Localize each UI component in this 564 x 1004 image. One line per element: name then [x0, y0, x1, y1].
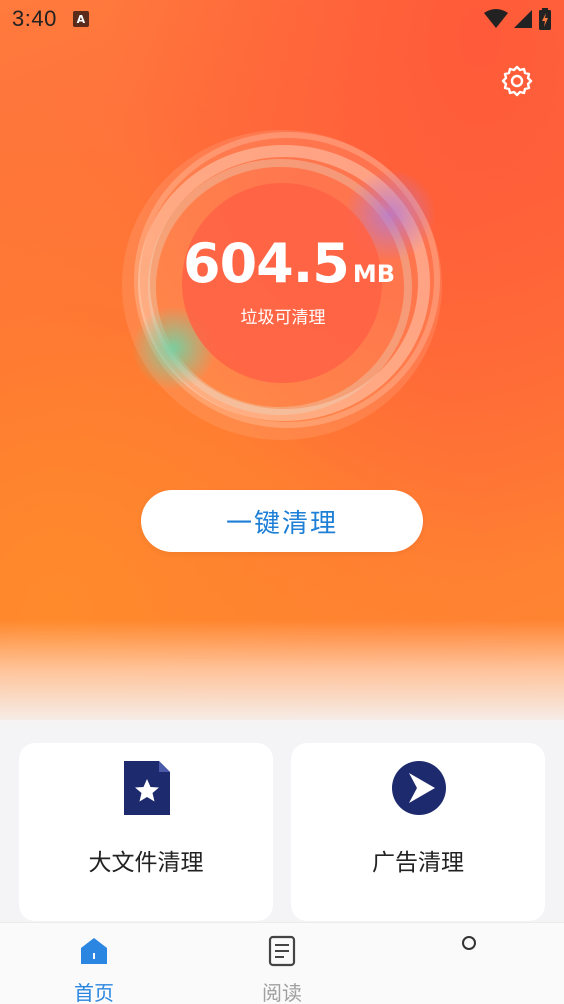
file-star-icon: [124, 761, 170, 815]
junk-size-value: 604.5: [183, 232, 350, 295]
battery-icon: [539, 8, 551, 30]
wifi-icon: [484, 9, 508, 28]
notification-app-icon: A: [72, 11, 89, 27]
junk-size-label: 垃圾可清理: [240, 308, 326, 328]
status-icons: [484, 8, 552, 30]
nav-read-label: 阅读: [262, 981, 302, 1004]
gear-icon: [501, 65, 533, 97]
hero-fade: [0, 620, 564, 730]
nav-home-label: 首页: [74, 981, 114, 1004]
junk-size-unit: MB: [352, 260, 395, 288]
large-file-clean-label: 大文件清理: [88, 850, 204, 876]
nav-home[interactable]: 首页: [24, 923, 164, 1004]
bottom-nav: 首页 阅读: [0, 922, 564, 1004]
nav-home-gesture-dot[interactable]: [462, 936, 476, 950]
status-bar: 3:40 A: [0, 0, 564, 38]
nav-read[interactable]: 阅读: [212, 923, 352, 1004]
ad-clean-label: 广告清理: [372, 850, 464, 876]
document-icon: [268, 935, 296, 967]
play-arrow-icon: [392, 761, 446, 815]
settings-button[interactable]: [500, 64, 534, 98]
large-file-clean-card[interactable]: 大文件清理: [19, 743, 273, 921]
one-click-clean-button[interactable]: 一键清理: [141, 490, 423, 552]
status-time: 3:40: [12, 6, 57, 31]
junk-size: 604.5 MB: [183, 232, 395, 295]
ad-clean-card[interactable]: 广告清理: [291, 743, 545, 921]
cell-signal-icon: [514, 10, 532, 28]
home-icon: [81, 938, 107, 964]
